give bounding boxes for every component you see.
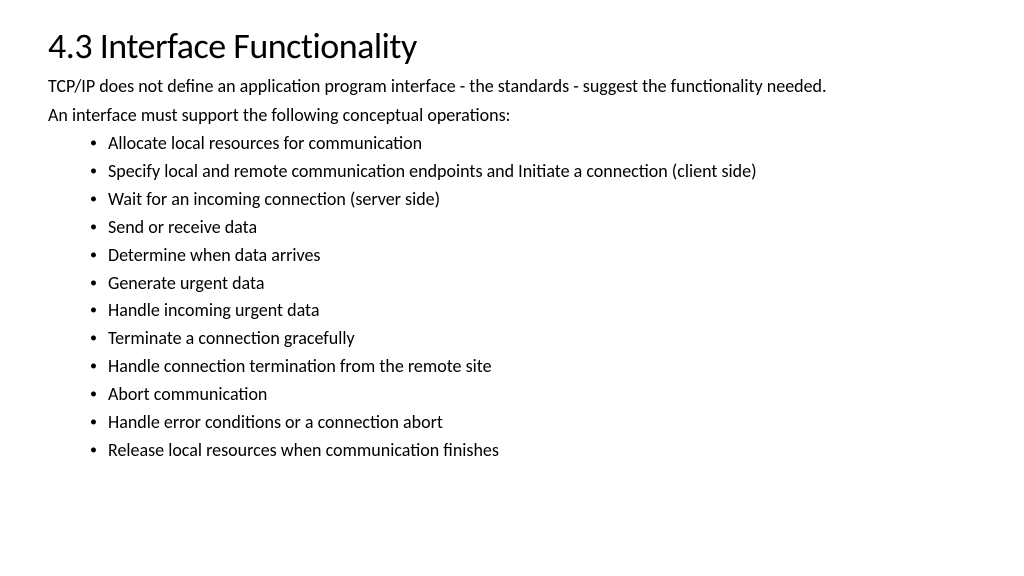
list-item: Send or receive data	[108, 214, 976, 242]
list-item: Specify local and remote communication e…	[108, 158, 976, 186]
list-item: Terminate a connection gracefully	[108, 325, 976, 353]
operations-list: Allocate local resources for communicati…	[48, 130, 976, 465]
operations-lead-in: An interface must support the following …	[48, 104, 976, 127]
list-item: Generate urgent data	[108, 270, 976, 298]
list-item: Release local resources when communicati…	[108, 437, 976, 465]
list-item: Handle incoming urgent data	[108, 297, 976, 325]
intro-paragraph: TCP/IP does not define an application pr…	[48, 76, 976, 98]
list-item: Determine when data arrives	[108, 242, 976, 270]
list-item: Abort communication	[108, 381, 976, 409]
list-item: Allocate local resources for communicati…	[108, 130, 976, 158]
list-item: Handle error conditions or a connection …	[108, 409, 976, 437]
slide-title: 4.3 Interface Functionality	[48, 24, 976, 68]
list-item: Handle connection termination from the r…	[108, 353, 976, 381]
list-item: Wait for an incoming connection (server …	[108, 186, 976, 214]
